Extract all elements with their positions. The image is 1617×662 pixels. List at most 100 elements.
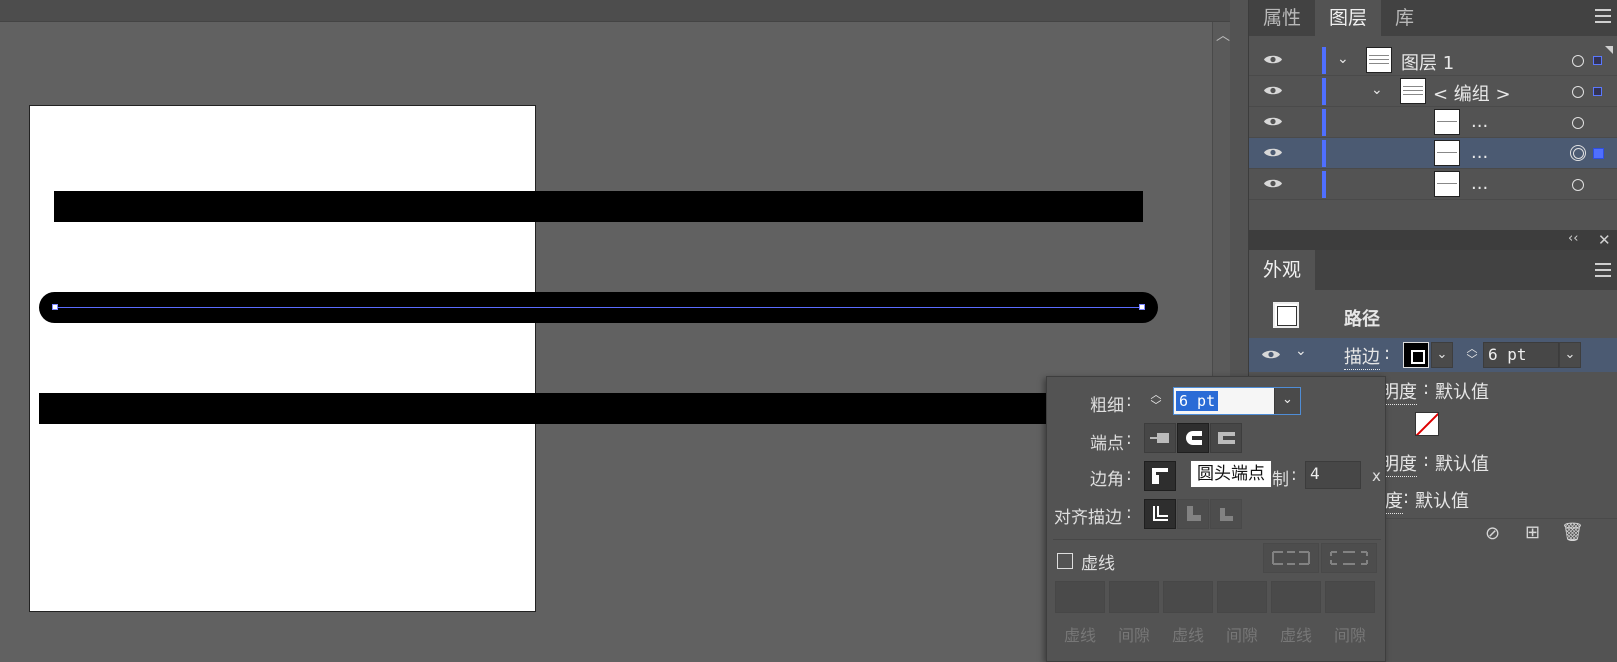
dash-align-button[interactable]	[1321, 543, 1377, 573]
panel-menu-icon[interactable]	[1595, 263, 1611, 277]
cap-colon: :	[1126, 429, 1132, 449]
layer-row-path-3[interactable]: ...	[1249, 169, 1617, 200]
align-center-button[interactable]	[1144, 499, 1176, 529]
stroke-colon: :	[1384, 343, 1391, 364]
dash-2-field[interactable]	[1163, 581, 1213, 613]
target-circle-icon[interactable]	[1572, 117, 1584, 129]
selection-square-icon[interactable]	[1593, 148, 1604, 159]
align-colon: :	[1126, 503, 1132, 523]
chevron-down-icon[interactable]: ⌄	[1337, 51, 1349, 67]
stroke-weight-dropdown[interactable]: ⌄	[1559, 342, 1581, 368]
tab-appearance[interactable]: 外观	[1249, 250, 1316, 290]
anchor-point-start[interactable]	[52, 304, 58, 310]
weight-dropdown[interactable]: ⌄	[1274, 388, 1300, 414]
collapse-panels-icon[interactable]: ‹‹	[1568, 231, 1578, 246]
weight-label: 粗细	[1090, 396, 1124, 416]
panel-resize-corner-icon[interactable]	[1605, 46, 1613, 54]
target-circle-icon[interactable]	[1572, 55, 1584, 67]
tab-layers[interactable]: 图层	[1315, 0, 1382, 36]
cap-label: 端点	[1090, 434, 1124, 454]
separator	[1053, 539, 1381, 540]
group-name: < 编组 >	[1433, 84, 1511, 105]
eye-icon[interactable]	[1263, 146, 1283, 159]
layer-row-path-2-selected[interactable]: ...	[1249, 138, 1617, 169]
stroke-weight-field[interactable]: 6 pt	[1483, 342, 1559, 368]
layers-panel: 属性 图层 库 ⌄ 图层 1 ⌄ < 编组 > ... ... ...	[1248, 0, 1617, 230]
add-new-item-icon[interactable]: ⊞	[1525, 522, 1540, 543]
dash-corners-icon	[1272, 551, 1310, 565]
anchor-point-end[interactable]	[1139, 304, 1145, 310]
layer-color-bar	[1322, 140, 1326, 167]
clear-appearance-icon[interactable]: ⊘	[1485, 523, 1500, 544]
artboard[interactable]	[29, 105, 536, 612]
target-double-circle-icon[interactable]	[1570, 145, 1586, 161]
projecting-cap-icon	[1218, 432, 1235, 444]
dash-preserve-button[interactable]	[1263, 543, 1319, 573]
butt-cap-button[interactable]	[1144, 423, 1176, 453]
eye-icon[interactable]	[1263, 177, 1283, 190]
opacity-value: 默认值	[1435, 382, 1489, 403]
stroke-swatch-dropdown[interactable]: ⌄	[1431, 342, 1453, 368]
path-thumbnail	[1434, 140, 1460, 166]
weight-stepper[interactable]: ︿ ﹀	[1145, 388, 1167, 416]
miter-join-button[interactable]	[1144, 461, 1176, 491]
layer-name: 图层 1	[1401, 53, 1455, 74]
align-inside-button[interactable]	[1177, 499, 1209, 529]
target-circle-icon[interactable]	[1572, 179, 1584, 191]
eye-icon[interactable]	[1263, 84, 1283, 97]
layers-panel-tabs: 属性 图层 库	[1249, 0, 1617, 36]
align-center-icon	[1153, 506, 1168, 521]
round-cap-button[interactable]	[1177, 423, 1209, 453]
object-thumbnail	[1273, 302, 1299, 328]
butt-cap-icon	[1150, 433, 1169, 443]
limit-colon: :	[1291, 465, 1297, 485]
tab-libraries[interactable]: 库	[1381, 0, 1428, 36]
stroke-path-projecting-cap[interactable]	[39, 393, 1049, 424]
weight-input[interactable]: 6 pt ⌄	[1173, 387, 1301, 415]
selection-square-icon[interactable]	[1593, 87, 1602, 96]
layer-color-bar	[1322, 109, 1326, 136]
projecting-cap-button[interactable]	[1210, 423, 1242, 453]
chevron-down-icon[interactable]: ⌄	[1371, 82, 1383, 98]
tooltip: 圆头端点	[1190, 460, 1272, 488]
opacity-link-partial[interactable]: 度	[1385, 487, 1403, 514]
dash-3-field[interactable]	[1271, 581, 1321, 613]
gap-2-field[interactable]	[1217, 581, 1267, 613]
tab-properties[interactable]: 属性	[1249, 0, 1315, 36]
close-icon[interactable]: ✕	[1598, 231, 1611, 249]
dash-1-field[interactable]	[1055, 581, 1105, 613]
eye-icon[interactable]	[1263, 115, 1283, 128]
opacity-colon: :	[1423, 450, 1430, 471]
trash-icon[interactable]: 🗑	[1561, 522, 1584, 543]
appearance-stroke-row[interactable]: ⌄ 描边 : ⌄ ︿ ﹀ 6 pt ⌄	[1249, 338, 1617, 372]
path-name: ...	[1471, 142, 1489, 163]
layer-row-group[interactable]: ⌄ < 编组 >	[1249, 76, 1617, 107]
dash-label: 虚线	[1172, 626, 1205, 645]
align-outside-button[interactable]	[1210, 499, 1242, 529]
miter-limit-field[interactable]: 4	[1305, 461, 1361, 489]
dashed-line-checkbox[interactable]	[1057, 553, 1073, 569]
appearance-header-row: 路径	[1249, 302, 1617, 334]
opacity-colon: :	[1403, 487, 1410, 508]
stroke-path-butt-cap[interactable]	[54, 191, 1143, 222]
stroke-weight-stepper[interactable]: ︿ ﹀	[1461, 342, 1483, 368]
weight-value: 6 pt	[1176, 391, 1219, 411]
eye-icon[interactable]	[1261, 348, 1281, 361]
gap-3-field[interactable]	[1325, 581, 1375, 613]
selection-square-icon[interactable]	[1593, 56, 1602, 65]
target-circle-icon[interactable]	[1572, 86, 1584, 98]
align-inside-icon	[1187, 506, 1201, 521]
layer-row-path-1[interactable]: ...	[1249, 107, 1617, 138]
path-name: ...	[1471, 111, 1489, 132]
eye-icon[interactable]	[1263, 53, 1283, 66]
gap-1-field[interactable]	[1109, 581, 1159, 613]
panel-menu-icon[interactable]	[1595, 9, 1611, 23]
stroke-color-swatch[interactable]	[1403, 342, 1429, 368]
scroll-up-icon[interactable]: ︿	[1216, 29, 1230, 43]
chevron-down-icon[interactable]: ⌄	[1295, 343, 1307, 359]
corner-label: 边角	[1090, 470, 1124, 490]
layer-row-layer1[interactable]: ⌄ 图层 1	[1249, 45, 1617, 76]
fill-none-swatch[interactable]	[1415, 412, 1439, 436]
canvas-top-bar	[0, 0, 1230, 22]
stroke-link[interactable]: 描边	[1344, 343, 1380, 370]
